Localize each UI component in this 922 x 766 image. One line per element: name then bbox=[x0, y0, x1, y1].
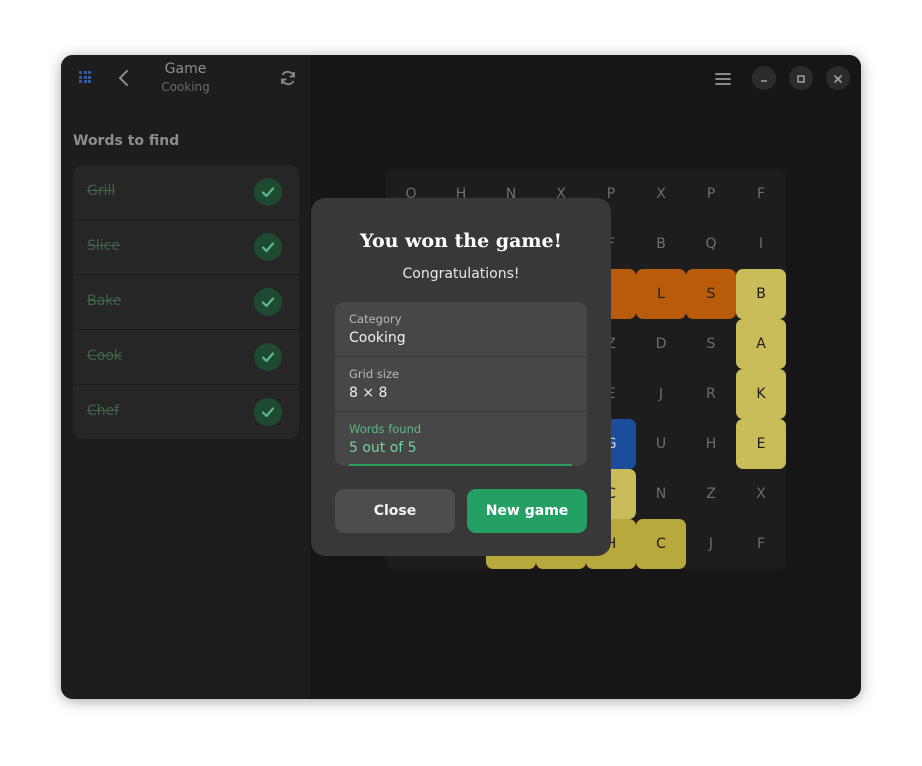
category-label: Category bbox=[349, 312, 402, 326]
win-dialog: You won the game! Congratulations! Categ… bbox=[311, 198, 611, 556]
game-summary: Category Cooking Grid size 8 × 8 Words f… bbox=[335, 302, 587, 466]
dialog-title: You won the game! bbox=[360, 230, 562, 252]
words-found-value: 5 out of 5 bbox=[349, 440, 417, 456]
words-found-label: Words found bbox=[349, 422, 422, 436]
grid-size-row: Grid size 8 × 8 bbox=[335, 357, 587, 412]
category-row: Category Cooking bbox=[335, 302, 587, 357]
grid-size-value: 8 × 8 bbox=[349, 385, 388, 401]
accent-underline bbox=[349, 464, 572, 466]
dialog-subtitle: Congratulations! bbox=[402, 266, 520, 282]
app-window: Game Cooking Words to find Grill Slice B… bbox=[61, 55, 861, 699]
close-button[interactable]: Close bbox=[335, 489, 455, 533]
new-game-button[interactable]: New game bbox=[467, 489, 587, 533]
words-found-row: Words found 5 out of 5 bbox=[335, 412, 587, 466]
category-value: Cooking bbox=[349, 330, 406, 346]
grid-size-label: Grid size bbox=[349, 367, 400, 381]
